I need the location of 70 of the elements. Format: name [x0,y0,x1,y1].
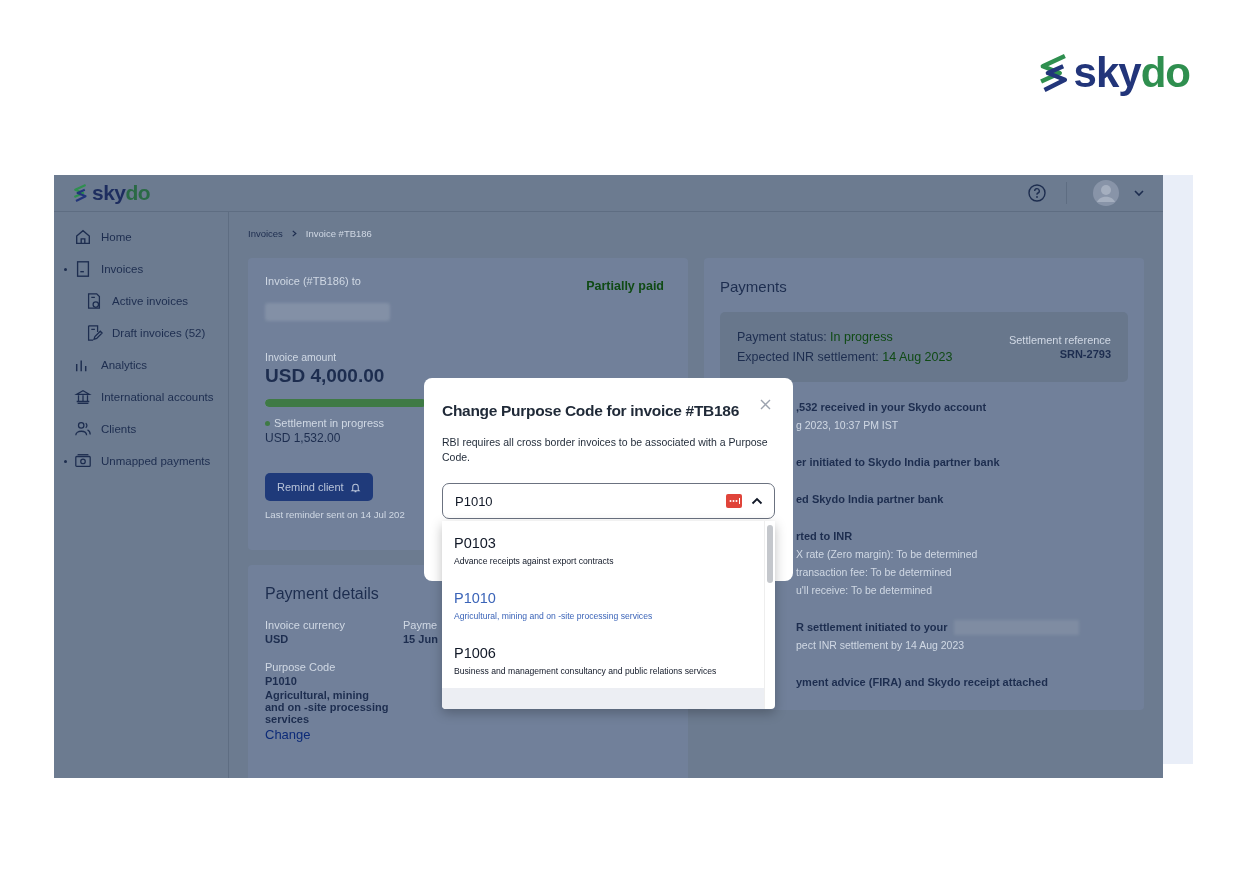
sidebar-icon [85,292,103,310]
sidebar-icon [85,324,103,342]
card-title: Payment details [265,585,379,603]
sidebar-icon [74,388,92,406]
field-label: Purpose Code [265,661,336,673]
expander-dot[interactable] [64,267,67,271]
sidebar-icon [74,260,92,278]
avatar-icon[interactable] [1093,180,1119,206]
sidebar-icon [74,420,92,438]
dialog-title: Change Purpose Code for invoice #TB186 [442,402,739,420]
remind-client-button[interactable]: Remind client [265,473,373,501]
chevron-down-icon[interactable] [1133,187,1145,199]
amount-label: Invoice amount [265,351,337,363]
recipient-label: Invoice (#TB186) to [265,275,361,287]
status-value: In progress [830,330,893,344]
invoice-amount: USD 4,000.00 [265,365,385,387]
reference-label: Settlement reference [1008,334,1111,346]
sidebar-item[interactable]: Active invoices [54,285,228,317]
breadcrumb-link[interactable]: Invoices [248,228,283,239]
sidebar-icon [74,452,92,470]
sidebar-item[interactable]: Unmapped payments [54,445,228,477]
option-item[interactable]: P0103 Advance receipts against export contracts [442,529,764,571]
sidebar-icon [74,228,92,246]
help-icon[interactable] [1028,184,1046,202]
reference-value: SRN-2793 [1058,348,1111,360]
logo-mark-icon [72,183,88,203]
status-text: Partially paid [586,279,664,293]
settled-amount: USD 1,532.00 [265,431,341,445]
timeline-detail: transaction fee: To be determined [796,565,953,580]
sidebar-item[interactable]: Home [54,221,228,253]
purpose-code: P1010 [265,675,297,687]
dialog-description: RBI requires all cross border invoices to be associated with a Purpose Code. [442,435,769,465]
timeline-title: ,532 received in your Skydo account [796,400,987,415]
timeline-detail: u'll receive: To be determined [796,583,934,598]
card-title: Payments [720,278,787,295]
option-item[interactable]: P1010 Agricultural, mining and on -site processing services [442,584,764,626]
change-link[interactable]: Change [265,727,311,742]
bell-icon [349,481,361,493]
timeline-title: rted to INR [796,529,853,544]
settlement-label: Settlement in progress [274,417,385,429]
field-value: 15 Jun [403,633,438,645]
field-label: Payme [403,619,439,631]
timeline-title: yment advice (FIRA) and Skydo receipt attached [796,675,1048,690]
reminder-note: Last reminder sent on 14 Jul 202 [265,509,405,520]
timeline-detail: g 2023, 10:37 PM IST [796,418,900,433]
settlement-date: 14 Aug 2023 [882,350,953,364]
purpose-description: Agricultural, mining and on -site processing services [265,689,390,725]
sidebar-item[interactable]: International accounts [54,381,228,413]
sidebar-item[interactable]: Draft invoices (52) [54,317,228,349]
settlement-label: Expected INR settlement: [737,350,879,364]
sidebar-item[interactable]: Analytics [54,349,228,381]
sidebar-item[interactable]: Invoices [54,253,228,285]
scrollbar[interactable] [764,521,775,709]
status-label: Payment status: [737,330,827,344]
sidebar-item[interactable]: Clients [54,413,228,445]
field-label: Invoice currency [265,619,347,631]
field-value: USD [265,633,289,645]
timeline-detail: X rate (Zero margin): To be determined [796,547,979,562]
chevron-right-icon [290,230,298,237]
timeline-detail: pect INR settlement by 14 Aug 2023 [796,638,966,653]
timeline-title: R settlement initiated to your [796,620,948,635]
timeline-title: ed Skydo India partner bank [796,492,944,507]
breadcrumb-current: Invoice #TB186 [305,228,372,239]
option-item[interactable]: P1006 Business and management consultancy and public relations services [442,639,764,681]
status-dot [265,420,270,426]
password-manager-icon[interactable] [726,494,742,508]
logo-text: skydo [92,181,151,205]
logo-text: skydo [1073,49,1190,97]
timeline-title: er initiated to Skydo India partner bank [796,455,1000,470]
expander-dot[interactable] [64,459,67,463]
